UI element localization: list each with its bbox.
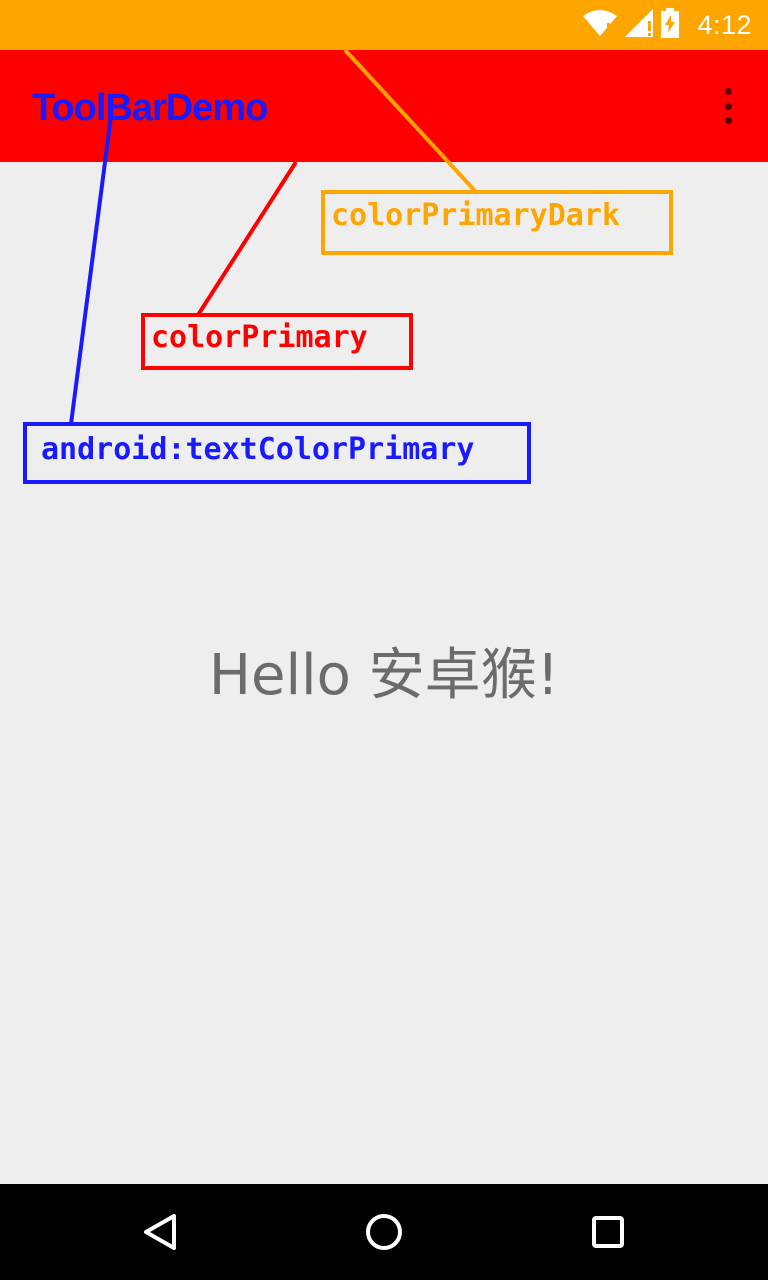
overflow-dot: [724, 117, 732, 124]
navigation-bar: [0, 1184, 768, 1280]
text-color-primary-label: android:textColorPrimary: [23, 422, 531, 484]
overflow-dot: [724, 102, 732, 110]
battery-charging-icon: [661, 8, 680, 42]
color-primary-dark-label: colorPrimaryDark: [321, 190, 673, 255]
cell-signal-icon: [625, 9, 654, 41]
wifi-icon: [583, 9, 618, 41]
color-primary-line: [196, 160, 298, 317]
overflow-menu-icon[interactable]: [720, 88, 736, 124]
home-icon[interactable]: [356, 1204, 412, 1260]
hello-text: Hello 安卓猴!: [208, 643, 560, 708]
back-icon[interactable]: [132, 1204, 188, 1260]
status-time: 4:12: [697, 9, 752, 40]
toolbar: ToolBarDemo: [0, 50, 768, 162]
color-primary-label: colorPrimary: [141, 313, 413, 370]
status-icons: 4:12: [583, 0, 752, 50]
status-bar: 4:12: [0, 0, 768, 50]
toolbar-title: ToolBarDemo: [32, 87, 268, 129]
overflow-dot: [724, 88, 732, 95]
text-color-primary-line: [69, 115, 113, 425]
recents-icon[interactable]: [580, 1204, 636, 1260]
